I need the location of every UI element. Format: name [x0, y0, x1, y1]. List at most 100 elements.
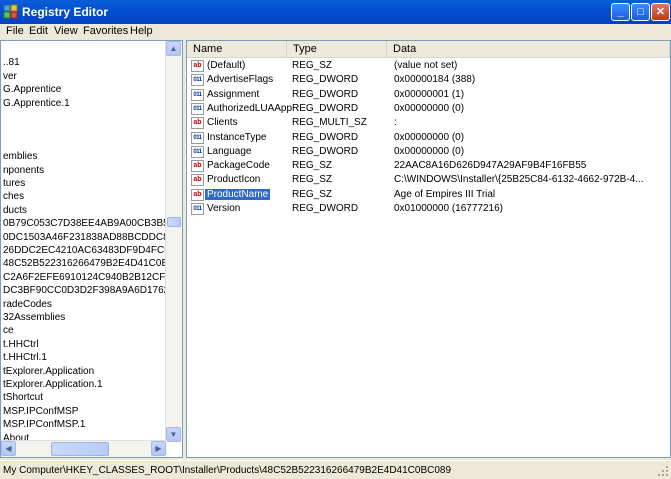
tree-item[interactable]: 0DC1503A46F231838AD88BCDDC8E8F7 — [3, 232, 182, 245]
tree-item[interactable]: 0B79C053C7D38EE4AB9A00CB3B5D247 — [3, 218, 182, 231]
value-name: PackageCode — [207, 160, 270, 172]
tree-item[interactable]: tures — [3, 178, 25, 191]
maximize-button[interactable]: □ — [631, 3, 650, 21]
tree-item[interactable]: ..81 — [3, 57, 20, 70]
tree-item[interactable]: 48C52B522316266479B2E4D41C0BC089 — [3, 258, 182, 271]
string-value-icon: ab — [191, 60, 204, 72]
value-name: ProductIcon — [207, 174, 261, 186]
menu-help[interactable]: Help — [130, 25, 153, 37]
string-value-icon: ab — [191, 117, 204, 130]
menu-bar: File Edit View Favorites Help — [0, 24, 671, 39]
close-button[interactable]: ✕ — [651, 3, 670, 21]
binary-value-icon: 011 — [191, 203, 204, 215]
tree-item[interactable]: tExplorer.Application.1 — [3, 379, 103, 392]
value-row[interactable]: 011 Assignment REG_DWORD 0x00000001 (1) — [187, 88, 667, 102]
tree-item[interactable]: radeCodes — [3, 299, 52, 312]
menu-favorites[interactable]: Favorites — [83, 25, 128, 37]
value-row[interactable]: 011 AdvertiseFlags REG_DWORD 0x00000184 (38… — [187, 73, 667, 87]
value-name: AuthorizedLUAApp — [207, 102, 293, 114]
value-type: REG_DWORD — [292, 88, 359, 100]
column-header-type[interactable]: Type — [287, 41, 387, 58]
scroll-up-button[interactable]: ▲ — [166, 41, 181, 56]
tree-item[interactable]: 26DDC2EC4210AC63483DF9D4FCC5B59 — [3, 245, 182, 258]
status-path: My Computer\HKEY_CLASSES_ROOT\Installer\… — [3, 465, 452, 476]
tree-item[interactable]: nponents — [3, 165, 44, 178]
value-type: REG_DWORD — [292, 203, 359, 214]
binary-value-icon: 011 — [191, 102, 204, 115]
tree-item[interactable]: DC3BF90CC0D3D2F398A9A6D1762F70F — [3, 285, 182, 298]
value-type: REG_SZ — [292, 174, 333, 186]
value-row[interactable]: ab (Default) REG_SZ (value not set) — [187, 59, 667, 73]
values-list-pane[interactable]: Name Type Data ab (Default) REG_SZ (value n… — [186, 40, 671, 458]
value-data: : — [394, 117, 397, 129]
value-data: (value not set) — [394, 60, 458, 71]
value-row[interactable]: ab ProductName REG_SZ Age of Empires III Tr… — [187, 188, 667, 202]
value-data: 0x00000000 (0) — [394, 102, 465, 114]
binary-value-icon: 011 — [191, 145, 204, 158]
menu-edit[interactable]: Edit — [29, 25, 48, 37]
value-name: Assignment — [207, 88, 260, 100]
value-type: REG_SZ — [292, 60, 333, 71]
value-type: REG_DWORD — [292, 102, 359, 114]
value-type: REG_MULTI_SZ — [292, 117, 367, 129]
value-data: 0x00000001 (1) — [394, 88, 465, 100]
value-row[interactable]: 011 AuthorizedLUAApp REG_DWORD 0x00000000 (… — [187, 102, 667, 116]
status-bar: My Computer\HKEY_CLASSES_ROOT\Installer\… — [0, 460, 671, 479]
tree-item[interactable]: tExplorer.Application — [3, 366, 94, 379]
value-row[interactable]: 011 Version REG_DWORD 0x01000000 (16777216) — [187, 202, 667, 216]
tree-item[interactable]: MSP.IPConfMSP — [3, 406, 78, 419]
column-header-name[interactable]: Name — [187, 41, 287, 58]
value-data: C:\WINDOWS\Installer\{25B25C84-6132-4662… — [394, 174, 644, 186]
tree-item[interactable]: G.Apprentice.1 — [3, 98, 70, 111]
value-data: 0x00000184 (388) — [394, 74, 476, 86]
horizontal-scroll-thumb[interactable] — [51, 442, 109, 456]
value-type: REG_SZ — [292, 188, 333, 200]
tree-item[interactable]: emblies — [3, 151, 37, 164]
value-name: AdvertiseFlags — [207, 74, 274, 86]
binary-value-icon: 011 — [191, 88, 204, 101]
column-header-data[interactable]: Data — [387, 41, 670, 58]
value-data: 22AAC8A16D626D947A29AF9B4F16FB55 — [394, 160, 587, 172]
key-tree-pane[interactable]: ..81 ver G.Apprentice G.Apprentice.1 emblies… — [0, 40, 183, 458]
value-data: 0x00000000 (0) — [394, 131, 465, 143]
value-name: InstanceType — [207, 131, 267, 143]
value-row[interactable]: ab Clients REG_MULTI_SZ: — [187, 116, 667, 130]
tree-item[interactable]: 32Assemblies — [3, 312, 65, 325]
value-row[interactable]: 011 InstanceType REG_DWORD 0x00000000 (0) — [187, 131, 667, 145]
value-row[interactable]: ab PackageCode REG_SZ 22AAC8A16D626D947A29A… — [187, 159, 667, 173]
string-value-icon: ab — [191, 160, 204, 173]
value-type: REG_DWORD — [292, 74, 359, 86]
string-value-icon: ab — [191, 188, 204, 201]
tree-item[interactable]: C2A6F2EFE6910124C940B2B12CF170FE — [3, 272, 182, 285]
tree-item[interactable]: G.Apprentice — [3, 84, 61, 97]
value-row[interactable]: ab ProductIcon REG_SZ C:\WINDOWS\Installer\… — [187, 173, 667, 187]
scroll-left-button[interactable]: ◀ — [1, 441, 16, 456]
tree-item[interactable]: tShortcut — [3, 392, 43, 405]
scroll-down-button[interactable]: ▼ — [166, 427, 181, 442]
registry-editor-icon — [3, 4, 18, 19]
scroll-right-button[interactable]: ▶ — [151, 441, 166, 456]
menu-view[interactable]: View — [54, 25, 78, 37]
value-data: Age of Empires III Trial — [394, 188, 496, 200]
tree-item[interactable]: t.HHCtrl.1 — [3, 352, 47, 365]
value-data: 0x00000000 (0) — [394, 145, 465, 157]
tree-item[interactable]: ver — [3, 71, 17, 84]
tree-item[interactable]: ce — [3, 325, 14, 338]
value-name: Language — [207, 145, 252, 157]
tree-item[interactable]: ches — [3, 191, 24, 204]
menu-file[interactable]: File — [6, 25, 24, 37]
scroll-thumb[interactable] — [167, 217, 181, 227]
binary-value-icon: 011 — [191, 131, 204, 144]
tree-item[interactable]: ducts — [3, 205, 27, 218]
value-type: REG_DWORD — [292, 131, 359, 143]
value-name: ProductName — [205, 188, 271, 200]
value-row[interactable]: 011 Language REG_DWORD 0x00000000 (0) — [187, 145, 667, 159]
tree-vertical-scrollbar[interactable]: ▲ ▼ — [165, 41, 182, 442]
value-type: REG_SZ — [292, 160, 333, 172]
tree-horizontal-scrollbar[interactable]: ◀ ▶ — [1, 440, 167, 457]
tree-item[interactable]: t.HHCtrl — [3, 339, 39, 352]
minimize-button[interactable]: _ — [611, 3, 630, 21]
resize-grip-icon[interactable] — [657, 465, 669, 477]
value-type: REG_DWORD — [292, 145, 359, 157]
tree-item[interactable]: MSP.IPConfMSP.1 — [3, 419, 85, 432]
